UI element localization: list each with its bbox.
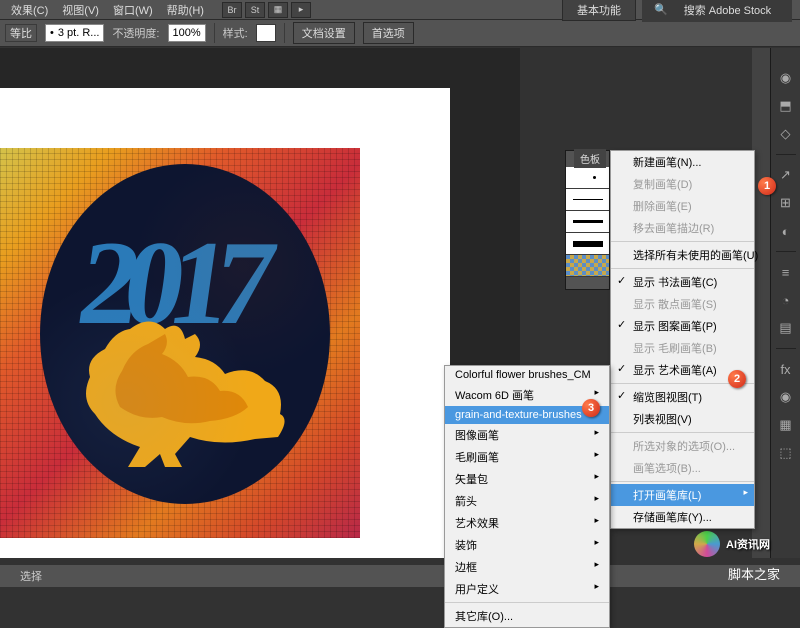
- panel-icon[interactable]: ↗: [776, 165, 796, 185]
- arrange-icon[interactable]: ▦: [268, 2, 288, 18]
- submenu-item[interactable]: 箭头: [445, 490, 609, 512]
- prefs-button[interactable]: 首选项: [363, 22, 414, 44]
- panel-icon[interactable]: fx: [776, 359, 796, 379]
- panel-icon[interactable]: ⬒: [776, 96, 796, 116]
- panel-icon[interactable]: ⊞: [776, 193, 796, 213]
- flyout-item[interactable]: ✓缩览图视图(T): [611, 386, 754, 408]
- artwork: 2017: [0, 148, 360, 538]
- stroke-weight[interactable]: •3 pt. R...: [45, 24, 104, 42]
- artboard: 2017: [0, 88, 450, 558]
- flyout-item: 移去画笔描边(R): [611, 217, 754, 239]
- submenu-item[interactable]: 其它库(O)...: [445, 605, 609, 627]
- panel-icon[interactable]: ◉: [776, 68, 796, 88]
- style-label: 样式:: [223, 25, 248, 41]
- current-tool: 选择: [20, 568, 42, 584]
- rooster-illustration: [70, 319, 300, 469]
- play-icon[interactable]: ▸: [291, 2, 311, 18]
- submenu-item[interactable]: 装饰: [445, 534, 609, 556]
- watermark: AI资讯网: [694, 531, 770, 557]
- canvas[interactable]: 2017: [0, 48, 520, 558]
- menu-effects[interactable]: 效果(C): [5, 0, 54, 20]
- submenu-item[interactable]: Colorful flower brushes_CM: [445, 366, 609, 384]
- right-panel-icons: ◉ ⬒ ◇ ↗ ⊞ ◐ ≡ ◔ ▤ fx ◉ ▦ ⬚: [770, 48, 800, 558]
- year-text: 2017: [70, 214, 269, 352]
- flyout-item: 删除画笔(E): [611, 195, 754, 217]
- panel-icon[interactable]: ≡: [776, 262, 796, 282]
- watermark-logo-icon: [694, 531, 720, 557]
- panel-icon[interactable]: ◇: [776, 124, 796, 144]
- flyout-item[interactable]: 选择所有未使用的画笔(U): [611, 244, 754, 266]
- opacity-value[interactable]: 100%: [168, 24, 206, 42]
- submenu-item[interactable]: 艺术效果: [445, 512, 609, 534]
- panel-icon[interactable]: ◉: [776, 387, 796, 407]
- opacity-label: 不透明度:: [112, 25, 159, 41]
- menu-help[interactable]: 帮助(H): [161, 0, 210, 20]
- annotation-2: 2: [728, 370, 746, 388]
- flyout-item: 显示 毛刷画笔(B): [611, 337, 754, 359]
- submenu-item[interactable]: 边框: [445, 556, 609, 578]
- brush-swatch-thin[interactable]: [566, 189, 609, 211]
- submenu-item[interactable]: 矢量包: [445, 468, 609, 490]
- brush-swatch-med[interactable]: [566, 211, 609, 233]
- flyout-item: 所选对象的选项(O)...: [611, 435, 754, 457]
- flyout-item: 复制画笔(D): [611, 173, 754, 195]
- swatches-tab[interactable]: 色板: [574, 149, 606, 168]
- doc-setup-button[interactable]: 文档设置: [293, 22, 355, 44]
- menubar: 效果(C) 视图(V) 窗口(W) 帮助(H) Br St ▦ ▸ 基本功能 🔍…: [0, 0, 800, 19]
- panel-icon[interactable]: ▤: [776, 318, 796, 338]
- annotation-3: 3: [582, 399, 600, 417]
- swatches-panel[interactable]: 色板: [565, 150, 610, 290]
- flyout-item[interactable]: 新建画笔(N)...: [611, 151, 754, 173]
- brush-swatch-thick[interactable]: [566, 233, 609, 255]
- status-bar: 选择: [0, 565, 800, 587]
- brush-swatch-dot[interactable]: [566, 167, 609, 189]
- panel-icon[interactable]: ◔: [776, 290, 796, 310]
- search-stock-input[interactable]: 🔍 搜索 Adobe Stock: [642, 0, 792, 22]
- panel-icon[interactable]: ⬚: [776, 443, 796, 463]
- menu-window[interactable]: 窗口(W): [107, 0, 159, 20]
- flyout-item: 画笔选项(B)...: [611, 457, 754, 479]
- workspace-switcher[interactable]: 基本功能: [562, 0, 636, 21]
- menu-view[interactable]: 视图(V): [56, 0, 105, 20]
- annotation-1: 1: [758, 177, 776, 195]
- flyout-item[interactable]: 存储画笔库(Y)...: [611, 506, 754, 528]
- panel-icon[interactable]: ◐: [776, 221, 796, 241]
- flyout-item[interactable]: ✓显示 书法画笔(C): [611, 271, 754, 293]
- control-bar: 等比 •3 pt. R... 不透明度: 100% 样式: 文档设置 首选项: [0, 19, 800, 47]
- submenu-item[interactable]: 图像画笔: [445, 424, 609, 446]
- panel-icon[interactable]: ▦: [776, 415, 796, 435]
- brushes-flyout-menu: 新建画笔(N)...复制画笔(D)删除画笔(E)移去画笔描边(R) 选择所有未使用…: [610, 150, 755, 529]
- flyout-item[interactable]: ✓显示 图案画笔(P): [611, 315, 754, 337]
- submenu-item[interactable]: 毛刷画笔: [445, 446, 609, 468]
- brush-swatch-pattern[interactable]: [566, 255, 609, 277]
- flyout-item[interactable]: 列表视图(V): [611, 408, 754, 430]
- submenu-item[interactable]: 用户定义: [445, 578, 609, 600]
- search-icon: 🔍: [648, 1, 674, 18]
- style-swatch[interactable]: [256, 24, 276, 42]
- footer-watermark: 脚本之家: [728, 564, 780, 583]
- stock-icon[interactable]: St: [245, 2, 265, 18]
- stroke-profile[interactable]: 等比: [5, 24, 37, 42]
- flyout-item: 显示 散点画笔(S): [611, 293, 754, 315]
- bridge-icon[interactable]: Br: [222, 2, 242, 18]
- flyout-item[interactable]: 打开画笔库(L): [611, 484, 754, 506]
